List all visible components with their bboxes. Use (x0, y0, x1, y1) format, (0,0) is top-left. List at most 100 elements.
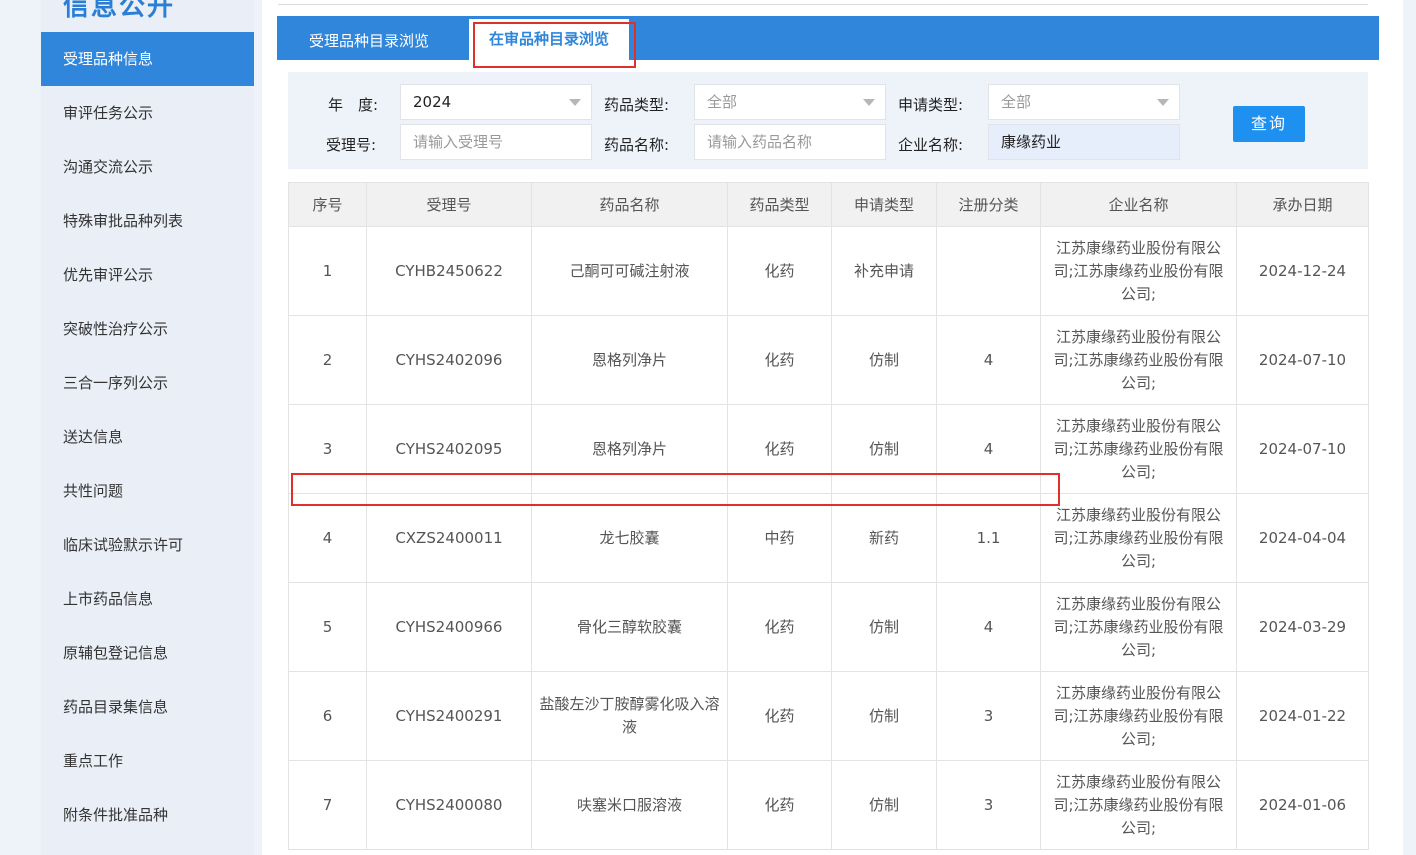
cell-drug-name: 恩格列净片 (531, 315, 728, 405)
cell-drug-type: 化药 (727, 315, 832, 405)
cell-company: 江苏康缘药业股份有限公司;江苏康缘药业股份有限公司; (1040, 493, 1237, 583)
cell-index: 2 (288, 315, 367, 405)
cell-apply-type: 仿制 (831, 582, 937, 672)
tab-accepted-catalog[interactable]: 受理品种目录浏览 (293, 16, 445, 60)
sidebar-item-marketed-drugs[interactable]: 上市药品信息 (41, 572, 254, 626)
table-row: 4 CXZS2400011 龙七胶囊 中药 新药 1.1 江苏康缘药业股份有限公… (288, 493, 1369, 583)
cell-drug-type: 化药 (727, 404, 832, 494)
cell-index: 7 (288, 760, 367, 850)
page-edge (1403, 0, 1416, 855)
cell-drug-type: 中药 (727, 493, 832, 583)
sidebar-item-special-approval[interactable]: 特殊审批品种列表 (41, 194, 254, 248)
chevron-down-icon (863, 99, 875, 106)
cell-company: 江苏康缘药业股份有限公司;江苏康缘药业股份有限公司; (1040, 226, 1237, 316)
cell-accept-no: CYHS2400291 (366, 671, 532, 761)
company-input[interactable]: 康缘药业 (988, 124, 1180, 160)
main-panel: 受理品种目录浏览 在审品种目录浏览 年 度: 2024 药品类型: 全部 申请类… (262, 0, 1406, 855)
cell-apply-type: 新药 (831, 493, 937, 583)
sidebar-item-clinical-trial[interactable]: 临床试验默示许可 (41, 518, 254, 572)
drug-name-label: 药品名称: (604, 136, 670, 154)
cell-drug-name: 恩格列净片 (531, 404, 728, 494)
tab-under-review-catalog[interactable]: 在审品种目录浏览 (469, 19, 630, 60)
sidebar-item-key-work[interactable]: 重点工作 (41, 734, 254, 788)
cell-date: 2024-03-29 (1236, 582, 1369, 672)
sidebar-item-common-issues[interactable]: 共性问题 (41, 464, 254, 518)
cell-index: 3 (288, 404, 367, 494)
table-row: 2 CYHS2402096 恩格列净片 化药 仿制 4 江苏康缘药业股份有限公司… (288, 315, 1369, 405)
sidebar-item-delivery-info[interactable]: 送达信息 (41, 410, 254, 464)
cell-date: 2024-04-04 (1236, 493, 1369, 583)
sidebar-item-communication[interactable]: 沟通交流公示 (41, 140, 254, 194)
year-label: 年 度: (328, 96, 379, 114)
sidebar-item-priority-review[interactable]: 优先审评公示 (41, 248, 254, 302)
cell-drug-type: 化药 (727, 582, 832, 672)
apply-type-value: 全部 (1001, 93, 1032, 111)
col-header-drug-name: 药品名称 (531, 182, 728, 227)
cell-apply-type: 仿制 (831, 671, 937, 761)
accept-no-input[interactable]: 请输入受理号 (400, 124, 592, 160)
table-row: 3 CYHS2402095 恩格列净片 化药 仿制 4 江苏康缘药业股份有限公司… (288, 404, 1369, 494)
cell-drug-name: 盐酸左沙丁胺醇雾化吸入溶液 (531, 671, 728, 761)
cell-accept-no: CYHS2402096 (366, 315, 532, 405)
cell-apply-type: 补充申请 (831, 226, 937, 316)
cell-reg-class: 4 (936, 315, 1041, 405)
sidebar-item-conditional-approval[interactable]: 附条件批准品种 (41, 788, 254, 842)
cell-index: 1 (288, 226, 367, 316)
cell-reg-class: 3 (936, 671, 1041, 761)
drug-name-input[interactable]: 请输入药品名称 (694, 124, 886, 160)
cell-reg-class: 4 (936, 404, 1041, 494)
sidebar-item-accepted-varieties[interactable]: 受理品种信息 (41, 32, 254, 86)
col-header-index: 序号 (288, 182, 367, 227)
sidebar-item-review-tasks[interactable]: 审评任务公示 (41, 86, 254, 140)
cell-accept-no: CXZS2400011 (366, 493, 532, 583)
col-header-date: 承办日期 (1236, 182, 1369, 227)
cell-company: 江苏康缘药业股份有限公司;江苏康缘药业股份有限公司; (1040, 582, 1237, 672)
drug-type-label: 药品类型: (604, 96, 670, 114)
sidebar-title: 信息公开 (63, 0, 176, 22)
sidebar-menu: 受理品种信息 审评任务公示 沟通交流公示 特殊审批品种列表 优先审评公示 突破性… (41, 32, 254, 842)
cell-drug-type: 化药 (727, 226, 832, 316)
cell-reg-class: 4 (936, 582, 1041, 672)
sidebar-item-excipient-registration[interactable]: 原辅包登记信息 (41, 626, 254, 680)
table-header-row: 序号 受理号 药品名称 药品类型 申请类型 注册分类 企业名称 承办日期 (288, 182, 1369, 227)
drug-type-select[interactable]: 全部 (694, 84, 886, 120)
sidebar-item-drug-catalog[interactable]: 药品目录集信息 (41, 680, 254, 734)
company-label: 企业名称: (898, 136, 964, 154)
cell-apply-type: 仿制 (831, 404, 937, 494)
apply-type-select[interactable]: 全部 (988, 84, 1180, 120)
cell-apply-type: 仿制 (831, 315, 937, 405)
cell-date: 2024-07-10 (1236, 404, 1369, 494)
col-header-reg-class: 注册分类 (936, 182, 1041, 227)
cell-company: 江苏康缘药业股份有限公司;江苏康缘药业股份有限公司; (1040, 671, 1237, 761)
divider (278, 4, 1368, 5)
cell-drug-type: 化药 (727, 671, 832, 761)
cell-accept-no: CYHS2400966 (366, 582, 532, 672)
cell-drug-name: 呋塞米口服溶液 (531, 760, 728, 850)
cell-index: 4 (288, 493, 367, 583)
cell-drug-name: 龙七胶囊 (531, 493, 728, 583)
sidebar-item-breakthrough-therapy[interactable]: 突破性治疗公示 (41, 302, 254, 356)
filter-panel: 年 度: 2024 药品类型: 全部 申请类型: 全部 受理号: 请输入受理号 … (288, 72, 1368, 169)
cell-index: 6 (288, 671, 367, 761)
chevron-down-icon (1157, 99, 1169, 106)
accept-no-label: 受理号: (326, 136, 377, 154)
sidebar-item-three-in-one[interactable]: 三合一序列公示 (41, 356, 254, 410)
col-header-accept-no: 受理号 (366, 182, 532, 227)
cell-company: 江苏康缘药业股份有限公司;江苏康缘药业股份有限公司; (1040, 315, 1237, 405)
table-row: 5 CYHS2400966 骨化三醇软胶囊 化药 仿制 4 江苏康缘药业股份有限… (288, 582, 1369, 672)
query-button[interactable]: 查询 (1233, 106, 1305, 142)
cell-reg-class: 3 (936, 760, 1041, 850)
cell-index: 5 (288, 582, 367, 672)
cell-date: 2024-07-10 (1236, 315, 1369, 405)
year-value: 2024 (413, 93, 452, 111)
cell-date: 2024-01-22 (1236, 671, 1369, 761)
cell-accept-no: CYHB2450622 (366, 226, 532, 316)
year-select[interactable]: 2024 (400, 84, 592, 120)
col-header-apply-type: 申请类型 (831, 182, 937, 227)
col-header-company: 企业名称 (1040, 182, 1237, 227)
apply-type-label: 申请类型: (898, 96, 964, 114)
chevron-down-icon (569, 99, 581, 106)
cell-reg-class (936, 226, 1041, 316)
cell-reg-class: 1.1 (936, 493, 1041, 583)
cell-company: 江苏康缘药业股份有限公司;江苏康缘药业股份有限公司; (1040, 760, 1237, 850)
